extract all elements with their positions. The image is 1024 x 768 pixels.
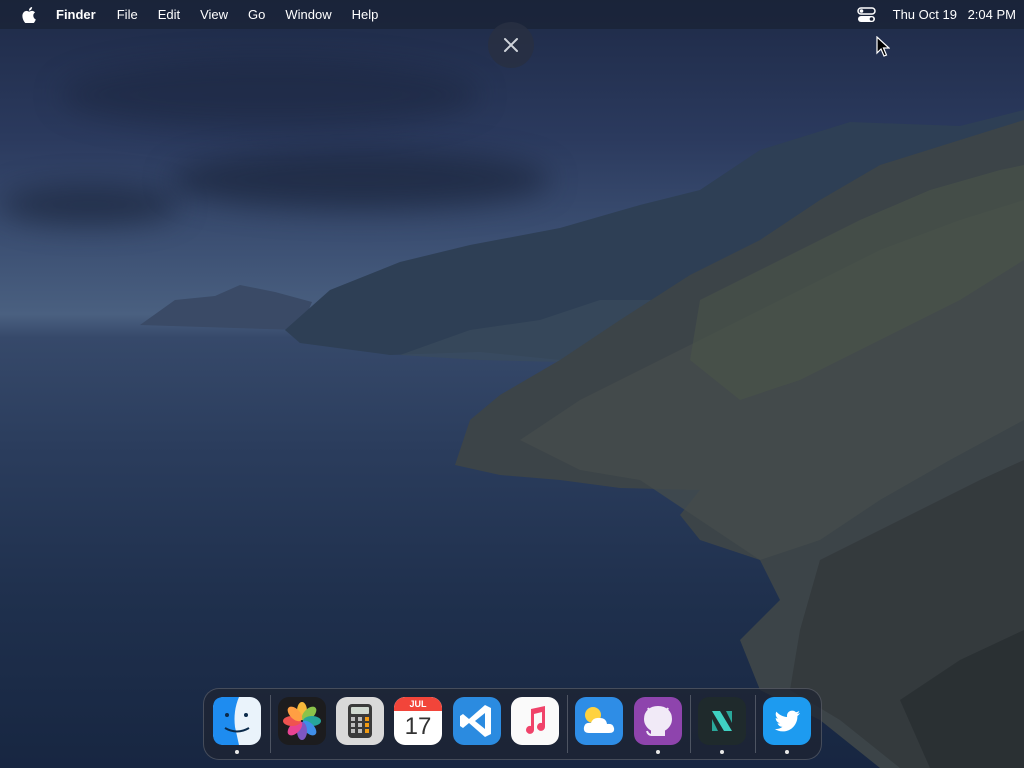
dock-twitter[interactable] bbox=[763, 697, 811, 745]
github-icon bbox=[634, 697, 682, 745]
menu-go[interactable]: Go bbox=[248, 0, 265, 29]
finder-icon bbox=[213, 697, 261, 745]
calendar-month: JUL bbox=[394, 697, 442, 711]
dock-separator bbox=[690, 695, 691, 753]
mouse-cursor-icon bbox=[876, 36, 890, 57]
dock-github[interactable] bbox=[634, 697, 682, 745]
running-indicator bbox=[785, 750, 789, 754]
desktop-wallpaper bbox=[0, 0, 1024, 768]
twitter-icon bbox=[763, 697, 811, 745]
dock-finder[interactable] bbox=[213, 697, 261, 745]
menu-edit[interactable]: Edit bbox=[158, 0, 180, 29]
menu-help[interactable]: Help bbox=[352, 0, 379, 29]
dock-calculator[interactable] bbox=[336, 697, 384, 745]
dock-calendar[interactable]: JUL 17 bbox=[394, 697, 442, 745]
menu-file[interactable]: File bbox=[117, 0, 138, 29]
dock-weather[interactable] bbox=[575, 697, 623, 745]
music-icon bbox=[511, 697, 559, 745]
running-indicator bbox=[720, 750, 724, 754]
vscode-icon bbox=[453, 697, 501, 745]
weather-icon bbox=[575, 697, 623, 745]
apple-menu-icon[interactable] bbox=[18, 0, 40, 29]
close-icon bbox=[504, 38, 518, 52]
calendar-day: 17 bbox=[404, 713, 432, 740]
dock-separator bbox=[270, 695, 271, 753]
control-center-icon[interactable] bbox=[856, 6, 877, 23]
dock-separator bbox=[567, 695, 568, 753]
dock-vscode[interactable] bbox=[453, 697, 501, 745]
menubar-clock[interactable]: Thu Oct 19 2:04 PM bbox=[893, 7, 1016, 22]
photos-icon bbox=[278, 697, 326, 745]
calculator-icon bbox=[336, 697, 384, 745]
dock: JUL 17 bbox=[203, 688, 822, 760]
running-indicator bbox=[235, 750, 239, 754]
dock-separator bbox=[755, 695, 756, 753]
script-s-icon bbox=[698, 697, 746, 745]
dock-script-app[interactable] bbox=[698, 697, 746, 745]
menu-window[interactable]: Window bbox=[285, 0, 331, 29]
menu-view[interactable]: View bbox=[200, 0, 228, 29]
menubar-time: 2:04 PM bbox=[967, 7, 1016, 22]
dock-photos[interactable] bbox=[278, 697, 326, 745]
dock-music[interactable] bbox=[511, 697, 559, 745]
menubar-date: Thu Oct 19 bbox=[892, 7, 957, 22]
running-indicator bbox=[656, 750, 660, 754]
menu-app-finder[interactable]: Finder bbox=[56, 0, 96, 29]
close-button[interactable] bbox=[488, 22, 534, 68]
